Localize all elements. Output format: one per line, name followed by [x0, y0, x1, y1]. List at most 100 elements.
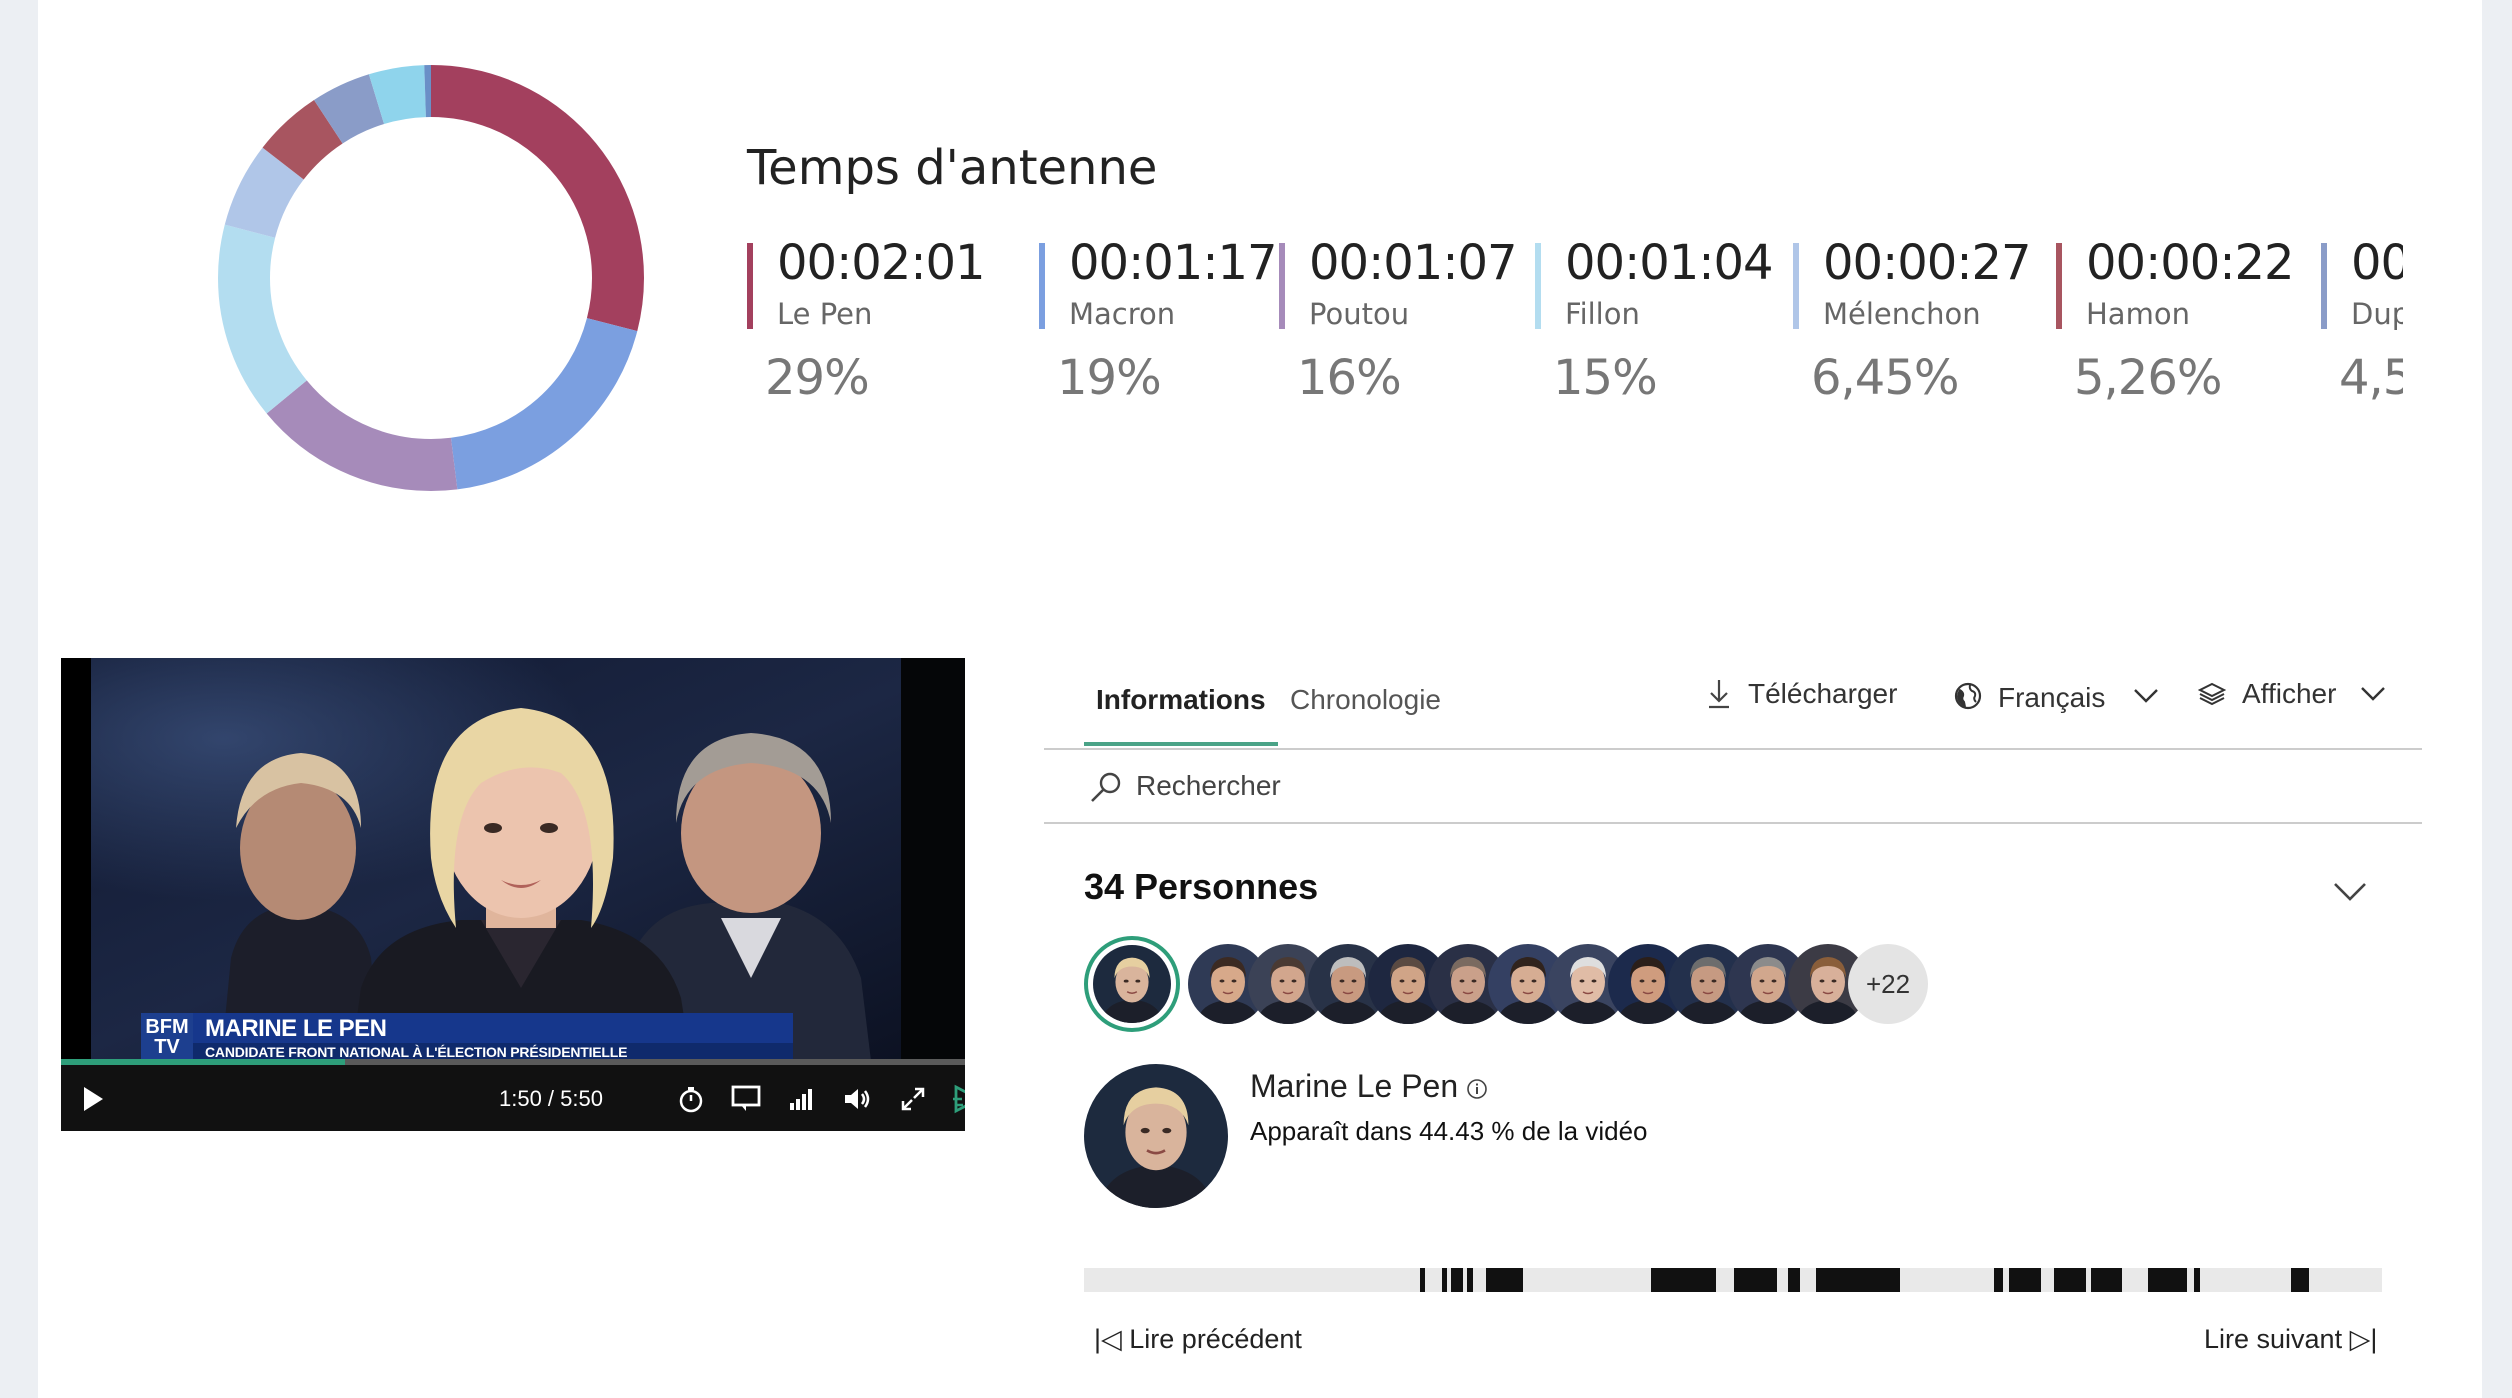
- air-time-donut-chart: [218, 65, 644, 491]
- globe-icon: [1954, 682, 1982, 710]
- timeline-appearance-segment[interactable]: [2193, 1268, 2201, 1292]
- channel-logo: BFM TV: [141, 1013, 193, 1061]
- air-time-item[interactable]: 00:01:04 Fillon 15%: [1535, 235, 1795, 415]
- air-time-item[interactable]: 00:02:01 Le Pen 29%: [747, 235, 1007, 415]
- display-label: Afficher: [2242, 678, 2337, 709]
- info-icon[interactable]: [1466, 1078, 1488, 1100]
- display-select[interactable]: Afficher: [2198, 678, 2386, 710]
- video-player[interactable]: BFM TV MARINE LE PEN CANDIDATE FRONT NATI…: [61, 658, 965, 1131]
- timeline-appearance-segment[interactable]: [2053, 1268, 2087, 1292]
- stopwatch-icon: [679, 1087, 703, 1113]
- fullscreen-button[interactable]: [893, 1079, 933, 1119]
- timeline-appearance-segment[interactable]: [1651, 1268, 1717, 1292]
- air-time-percentage: 15%: [1553, 350, 1658, 406]
- timeline-appearance-segment[interactable]: [1993, 1268, 2003, 1292]
- timeline-appearance-segment[interactable]: [1442, 1268, 1448, 1292]
- air-time-duration: 00:01:07: [1309, 235, 1518, 291]
- timeline-appearance-segment[interactable]: [2148, 1268, 2188, 1292]
- volume-icon: [845, 1089, 870, 1109]
- timeline-appearance-segment[interactable]: [2291, 1268, 2310, 1292]
- air-time-list: 00:02:01 Le Pen 29% 00:01:17 Macron 19% 00:01:…: [747, 235, 2403, 415]
- air-time-candidate: Poutou: [1309, 297, 1410, 331]
- air-time-color-bar: [1535, 243, 1541, 329]
- chevron-down-icon: [2361, 687, 2386, 701]
- volume-button[interactable]: [837, 1079, 877, 1119]
- layers-icon: [2198, 682, 2226, 706]
- air-time-percentage: 29%: [765, 350, 870, 406]
- chevron-down-icon[interactable]: [2330, 872, 2370, 912]
- play-icon: [84, 1087, 103, 1111]
- lower-third-role: CANDIDATE FRONT NATIONAL À L'ÉLECTION PR…: [205, 1044, 628, 1060]
- chevron-down-icon: [2134, 689, 2159, 703]
- subtitles-button[interactable]: [726, 1079, 766, 1119]
- timeline-appearance-segment[interactable]: [1451, 1268, 1463, 1292]
- timeline-appearance-segment[interactable]: [1816, 1268, 1901, 1292]
- video-frame[interactable]: BFM TV MARINE LE PEN CANDIDATE FRONT NATI…: [61, 658, 965, 1061]
- play-previous-button[interactable]: |◁ Lire précédent: [1094, 1324, 1302, 1355]
- air-time-candidate: Mélenchon: [1823, 297, 1981, 331]
- play-previous-label: Lire précédent: [1129, 1324, 1302, 1354]
- timeline-appearance-segment[interactable]: [1466, 1268, 1474, 1292]
- timeline-appearance-segment[interactable]: [1486, 1268, 1523, 1292]
- air-time-candidate: Fillon: [1565, 297, 1640, 331]
- air-time-candidate: Macron: [1069, 297, 1176, 331]
- air-time-item[interactable]: 00:00:22 Hamon 5,26%: [2056, 235, 2316, 415]
- selected-person-avatar: [1084, 1064, 1228, 1208]
- active-tab-indicator: [1084, 742, 1278, 746]
- video-scene-image: [61, 658, 965, 1061]
- video-controls: 1:50 / 5:50: [61, 1065, 965, 1131]
- person-avatar[interactable]: [1084, 936, 1180, 1032]
- tab-chronologie[interactable]: Chronologie: [1290, 684, 1441, 716]
- people-search: [1044, 750, 2422, 824]
- quality-button[interactable]: [781, 1079, 821, 1119]
- timeline-appearance-segment[interactable]: [1734, 1268, 1778, 1292]
- air-time-percentage: 4,54%: [2339, 350, 2403, 406]
- selected-person-appearance: Apparaît dans 44.43 % de la vidéo: [1250, 1116, 1648, 1146]
- air-time-percentage: 16%: [1297, 350, 1402, 406]
- air-time-item[interactable]: 00:01:17 Macron 19%: [1039, 235, 1299, 415]
- people-count: 34 Personnes: [1084, 866, 1319, 907]
- air-time-candidate: Hamon: [2086, 297, 2190, 331]
- air-time-item[interactable]: 00:00:19 Dupont-Aignan 4,54%: [2321, 235, 2403, 415]
- skip-forward-icon: ▷|: [2342, 1324, 2378, 1354]
- air-time-duration: 00:00:22: [2086, 235, 2295, 291]
- subtitles-icon: [731, 1085, 761, 1111]
- air-time-percentage: 19%: [1057, 350, 1162, 406]
- signal-bars-icon: [790, 1089, 812, 1110]
- video-lower-third: BFM TV MARINE LE PEN CANDIDATE FRONT NATI…: [141, 1013, 793, 1061]
- air-time-item[interactable]: 00:01:07 Poutou 16%: [1279, 235, 1539, 415]
- timeline-appearance-segment[interactable]: [2009, 1268, 2041, 1292]
- autoplay-icon: [953, 1084, 965, 1114]
- video-time-display: 1:50 / 5:50: [499, 1086, 603, 1111]
- playback-speed-button[interactable]: [671, 1079, 711, 1119]
- panel-tabs: Informations Chronologie Télécharger Fra…: [1044, 662, 2422, 750]
- tab-informations[interactable]: Informations: [1096, 684, 1266, 716]
- air-time-color-bar: [2321, 243, 2327, 329]
- autoplay-button[interactable]: [947, 1079, 965, 1119]
- play-button[interactable]: [73, 1079, 113, 1119]
- timeline-appearance-segment[interactable]: [1787, 1268, 1801, 1292]
- air-time-item[interactable]: 00:00:27 Mélenchon 6,45%: [1793, 235, 2053, 415]
- expand-icon: [901, 1087, 925, 1111]
- play-next-button[interactable]: Lire suivant ▷|: [2204, 1324, 2377, 1355]
- language-label: Français: [1998, 682, 2106, 713]
- people-avatar-list: +22: [1084, 936, 2384, 1032]
- air-time-color-bar: [1279, 243, 1285, 329]
- air-time-color-bar: [1039, 243, 1045, 329]
- search-input[interactable]: [1136, 764, 1736, 808]
- more-people-badge[interactable]: +22: [1848, 944, 1928, 1024]
- download-button[interactable]: Télécharger: [1706, 678, 1897, 710]
- air-time-duration: 00:00:27: [1823, 235, 2032, 291]
- lower-third-name: MARINE LE PEN: [205, 1015, 387, 1042]
- timeline-appearance-segment[interactable]: [2091, 1268, 2123, 1292]
- air-time-percentage: 5,26%: [2074, 350, 2222, 406]
- download-icon: [1709, 680, 1729, 709]
- search-icon: [1091, 772, 1121, 802]
- air-time-candidate: Le Pen: [777, 297, 873, 331]
- appearance-timeline[interactable]: [1084, 1268, 2382, 1292]
- language-select[interactable]: Français: [1954, 678, 2159, 714]
- skip-back-icon: |◁: [1094, 1324, 1130, 1354]
- download-label: Télécharger: [1748, 678, 1898, 709]
- timeline-appearance-segment[interactable]: [1420, 1268, 1426, 1292]
- air-time-color-bar: [1793, 243, 1799, 329]
